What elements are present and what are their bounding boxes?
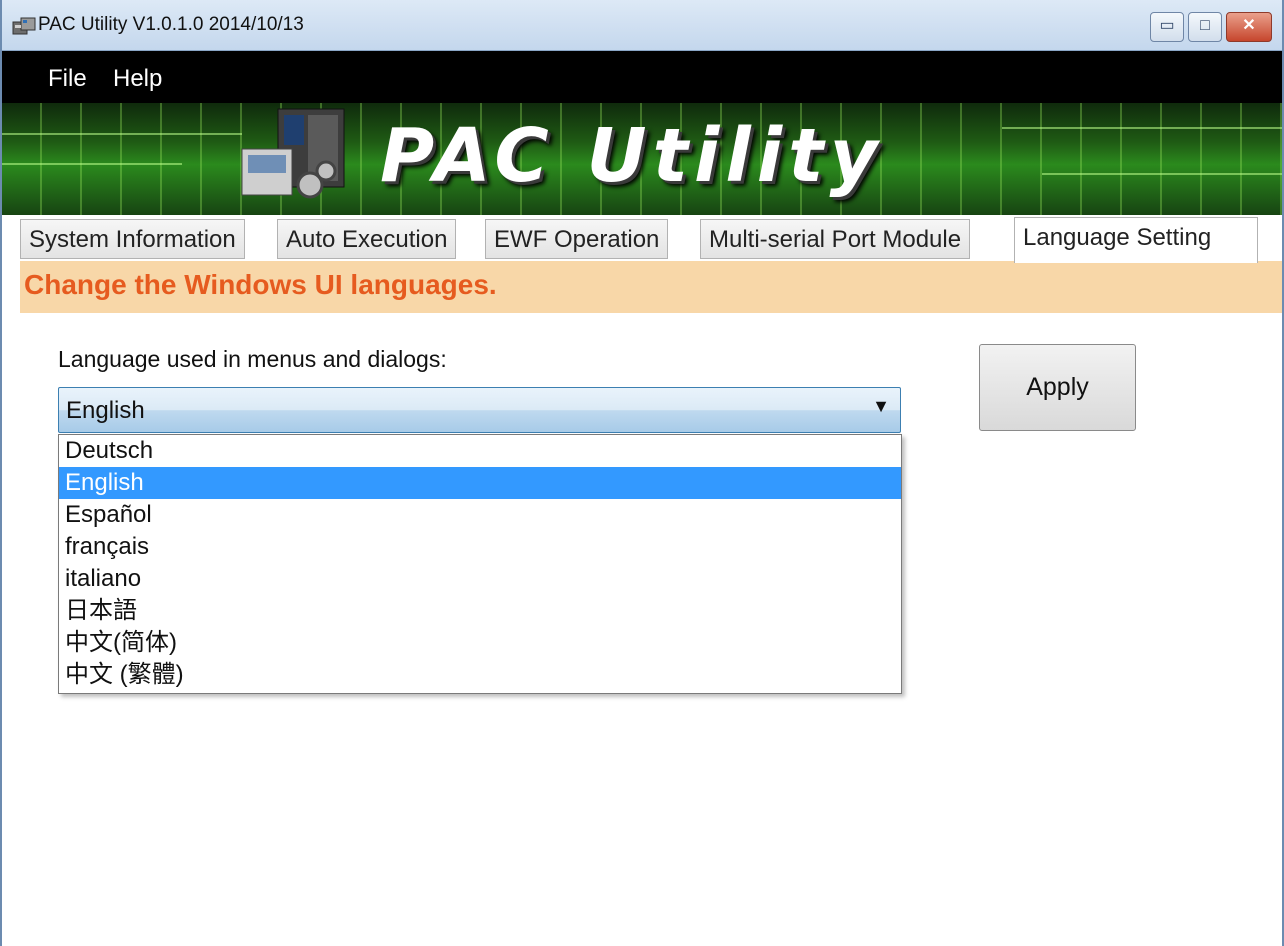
- language-option-italiano[interactable]: italiano: [59, 563, 901, 595]
- app-banner: PAC Utility: [2, 103, 1282, 215]
- tab-system-information[interactable]: System Information: [20, 219, 245, 259]
- minimize-button[interactable]: ▭: [1150, 12, 1184, 42]
- app-window: PAC Utility V1.0.1.0 2014/10/13 ▭ □ ✕ Fi…: [0, 0, 1284, 946]
- language-option-japanese[interactable]: 日本語: [59, 595, 901, 627]
- language-option-espanol[interactable]: Español: [59, 499, 901, 531]
- menu-file[interactable]: File: [48, 65, 87, 93]
- tab-multi-serial-port-module[interactable]: Multi-serial Port Module: [700, 219, 971, 259]
- language-select[interactable]: English ▼: [58, 387, 901, 433]
- menu-bar: File Help: [2, 51, 1282, 103]
- tab-auto-execution[interactable]: Auto Execution: [277, 219, 457, 259]
- banner-trace: [2, 163, 182, 165]
- pac-device-icon: [241, 108, 345, 199]
- page-header: Change the Windows UI languages.: [20, 261, 1282, 313]
- language-option-francais[interactable]: français: [59, 531, 901, 563]
- apply-button[interactable]: Apply: [979, 344, 1136, 431]
- page-title: Change the Windows UI languages.: [24, 269, 497, 300]
- banner-trace: [1002, 127, 1282, 129]
- maximize-button[interactable]: □: [1188, 12, 1222, 42]
- banner-logo: PAC Utility: [380, 113, 884, 199]
- language-select-value: English: [66, 397, 145, 424]
- tab-ewf-operation[interactable]: EWF Operation: [485, 219, 669, 259]
- language-label: Language used in menus and dialogs:: [58, 346, 447, 372]
- app-icon: [12, 17, 36, 35]
- banner-trace: [1042, 173, 1282, 175]
- window-title: PAC Utility V1.0.1.0 2014/10/13: [38, 14, 304, 35]
- menu-help[interactable]: Help: [113, 65, 162, 93]
- title-bar[interactable]: PAC Utility V1.0.1.0 2014/10/13 ▭ □ ✕: [2, 0, 1282, 51]
- banner-trace: [2, 133, 242, 135]
- language-option-chinese-simplified[interactable]: 中文(简体): [59, 627, 901, 659]
- close-button[interactable]: ✕: [1226, 12, 1272, 42]
- chevron-down-icon[interactable]: ▼: [872, 396, 890, 417]
- language-dropdown-list: Deutsch English Español français italian…: [58, 434, 902, 694]
- language-option-english[interactable]: English: [59, 467, 901, 499]
- language-option-chinese-traditional[interactable]: 中文 (繁體): [59, 659, 901, 691]
- language-option-deutsch[interactable]: Deutsch: [59, 435, 901, 467]
- tab-bar: System Information Auto Execution EWF Op…: [20, 217, 1282, 263]
- tab-language-setting[interactable]: Language Setting: [1014, 217, 1258, 263]
